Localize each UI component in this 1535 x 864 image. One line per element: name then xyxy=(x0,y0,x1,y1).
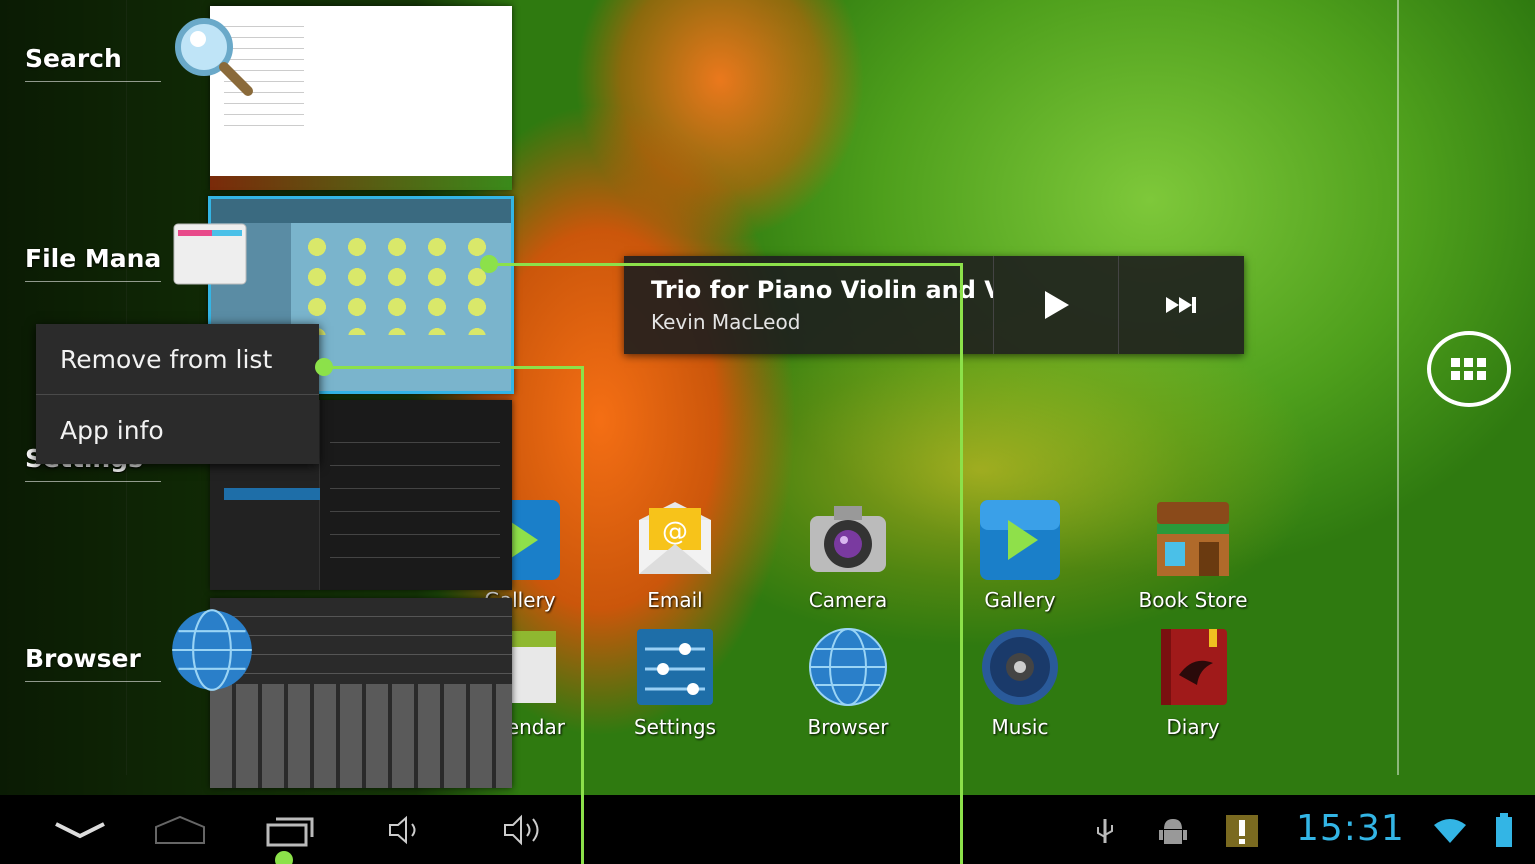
menu-item-app-info[interactable]: App info xyxy=(36,395,319,465)
home-app-camera[interactable]: Camera xyxy=(783,498,913,612)
thumb-footer xyxy=(210,176,512,190)
callout-line xyxy=(324,366,583,369)
svg-text:@: @ xyxy=(662,517,688,547)
hide-keyboard-icon xyxy=(55,822,105,839)
android-debug-icon xyxy=(1159,819,1187,844)
callout-marker xyxy=(275,851,293,864)
settings-icon xyxy=(633,625,717,709)
search-icon xyxy=(175,18,253,96)
home-app-label: Gallery xyxy=(984,588,1056,612)
all-apps-button[interactable] xyxy=(1427,331,1511,407)
camera-icon xyxy=(806,498,890,582)
home-button[interactable] xyxy=(140,805,220,855)
recent-apps-button[interactable] xyxy=(250,805,330,855)
home-app-label: Book Store xyxy=(1138,588,1248,612)
back-button[interactable] xyxy=(40,805,120,855)
divider xyxy=(25,281,161,282)
home-app-browser[interactable]: Browser xyxy=(783,625,913,739)
home-app-gallery[interactable]: Gallery xyxy=(955,498,1085,612)
home-app-book-store[interactable]: Book Store xyxy=(1128,498,1258,612)
track-artist: Kevin MacLeod xyxy=(651,310,801,334)
music-icon xyxy=(978,625,1062,709)
home-app-label: Email xyxy=(647,588,703,612)
usb-icon xyxy=(1097,819,1113,843)
menu-item-remove-from-list[interactable]: Remove from list xyxy=(36,324,319,394)
recent-thumb-search[interactable] xyxy=(210,6,512,190)
wifi-icon xyxy=(1434,819,1466,843)
thumb-selected xyxy=(224,488,320,500)
callout-line xyxy=(960,263,963,864)
volume-up-icon xyxy=(504,814,539,846)
callout-line xyxy=(581,366,584,864)
music-info[interactable]: Trio for Piano Violin and Viola Kevin Ma… xyxy=(624,256,994,354)
volume-down-button[interactable] xyxy=(370,805,440,855)
grid-icon xyxy=(1451,358,1486,380)
email-icon: @ xyxy=(633,498,717,582)
home-app-settings[interactable]: Settings xyxy=(610,625,740,739)
home-app-label: Settings xyxy=(633,715,717,739)
recent-app-label-browser: Browser xyxy=(25,644,141,673)
play-button[interactable] xyxy=(994,256,1119,354)
play-icon xyxy=(1045,291,1069,319)
battery-icon xyxy=(1496,813,1512,847)
home-app-label: Camera xyxy=(808,588,888,612)
diary-icon xyxy=(1151,625,1235,709)
volume-up-button[interactable] xyxy=(485,805,565,855)
thumb-folders xyxy=(303,235,503,335)
music-widget[interactable]: Trio for Piano Violin and Viola Kevin Ma… xyxy=(624,256,1244,354)
divider xyxy=(25,681,161,682)
home-app-label: Diary xyxy=(1166,715,1220,739)
home-app-diary[interactable]: Diary xyxy=(1128,625,1258,739)
recent-apps-icon xyxy=(266,817,314,847)
skip-next-icon xyxy=(1165,297,1196,313)
next-button[interactable] xyxy=(1119,256,1244,354)
track-title: Trio for Piano Violin and Viola xyxy=(651,276,993,304)
recent-app-label-search: Search xyxy=(25,44,122,73)
edge-glow xyxy=(1397,0,1399,775)
divider xyxy=(25,81,161,82)
context-menu: Remove from list App info xyxy=(36,324,319,464)
gallery-icon xyxy=(978,498,1062,582)
browser-icon xyxy=(172,609,252,691)
recent-app-label-file-manager: File Manager xyxy=(25,244,161,273)
thumb-titlebar xyxy=(211,199,511,223)
callout-line xyxy=(489,263,962,266)
callout-marker xyxy=(315,358,333,376)
home-app-label: Browser xyxy=(807,715,889,739)
callout-marker xyxy=(480,255,498,273)
thumb-list xyxy=(330,420,500,570)
book-store-icon xyxy=(1151,498,1235,582)
home-app-label: Music xyxy=(991,715,1049,739)
volume-down-icon xyxy=(389,815,416,845)
system-nav-bar: 15:31 xyxy=(0,795,1535,864)
thumb-keyboard xyxy=(210,684,512,788)
clock[interactable]: 15:31 xyxy=(1296,808,1405,849)
home-icon xyxy=(155,815,205,844)
browser-icon xyxy=(806,625,890,709)
divider xyxy=(25,481,161,482)
home-app-email[interactable]: @ Email xyxy=(610,498,740,612)
home-app-music[interactable]: Music xyxy=(955,625,1085,739)
warning-notification-icon xyxy=(1226,815,1258,847)
file-manager-icon xyxy=(173,223,247,285)
